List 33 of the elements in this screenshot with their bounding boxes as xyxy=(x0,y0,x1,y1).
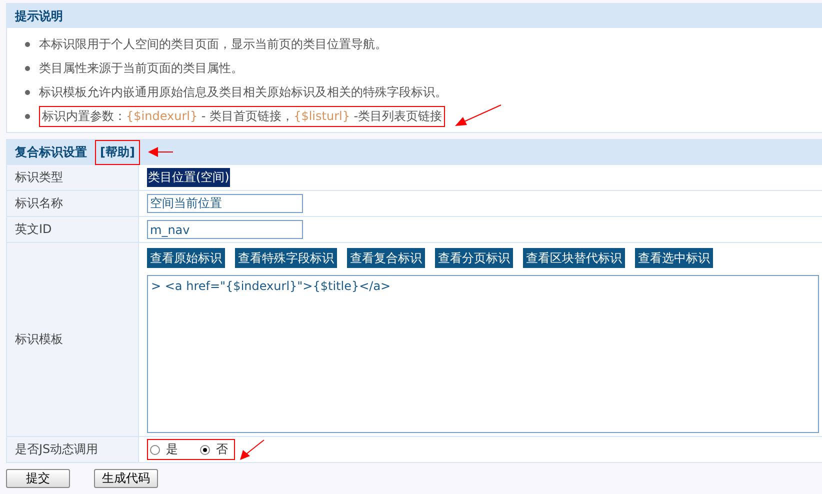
tip-text: 类目属性来源于当前页面的类目属性。 xyxy=(39,60,243,76)
arrow-icon xyxy=(239,438,265,460)
type-value: 类目位置(空间) xyxy=(147,168,230,187)
radio-option[interactable]: 否 xyxy=(200,441,228,458)
arrow-icon xyxy=(148,147,174,157)
radio-option[interactable]: 是 xyxy=(150,441,178,458)
view-tag-button[interactable]: 查看选中标识 xyxy=(635,248,713,268)
field-label: 英文ID xyxy=(7,217,139,242)
template-textarea[interactable]: > <a href="{$indexurl}">{$title}</a> xyxy=(147,275,819,433)
view-tag-button[interactable]: 查看分页标识 xyxy=(435,248,513,268)
bullet-icon xyxy=(25,90,30,94)
action-button[interactable]: 提交 xyxy=(6,469,70,488)
tip-text: 标识模板允许内嵌通用原始信息及类目相关原始标识及相关的特殊字段标识。 xyxy=(39,84,447,100)
action-button[interactable]: 生成代码 xyxy=(94,469,158,488)
field-label: 标识类型 xyxy=(7,165,139,190)
field-label: 标识名称 xyxy=(7,191,139,216)
view-tag-button[interactable]: 查看复合标识 xyxy=(347,248,425,268)
section-title: 复合标识设置 xyxy=(15,144,87,160)
name-input[interactable]: 空间当前位置 xyxy=(147,194,303,213)
tip-text: 标识内置参数：{$indexurl} - 类目首页链接，{$listurl} -类目列表页链接 xyxy=(39,106,446,126)
bullet-icon xyxy=(25,114,30,118)
field-label: 标识模板 xyxy=(7,243,139,436)
bullet-icon xyxy=(25,66,30,70)
bullet-icon xyxy=(25,42,30,46)
arrow-icon xyxy=(453,103,504,129)
help-link[interactable]: [帮助] xyxy=(95,140,140,164)
view-tag-button[interactable]: 查看原始标识 xyxy=(147,248,225,268)
field-label: 是否JS动态调用 xyxy=(7,437,139,462)
view-tag-button[interactable]: 查看特殊字段标识 xyxy=(235,248,337,268)
section-title: 提示说明 xyxy=(15,8,63,24)
id-input[interactable]: m_nav xyxy=(147,220,303,239)
view-tag-button[interactable]: 查看区块替代标识 xyxy=(523,248,625,268)
tip-text: 本标识限用于个人空间的类目页面，显示当前页的类目位置导航。 xyxy=(39,36,387,52)
